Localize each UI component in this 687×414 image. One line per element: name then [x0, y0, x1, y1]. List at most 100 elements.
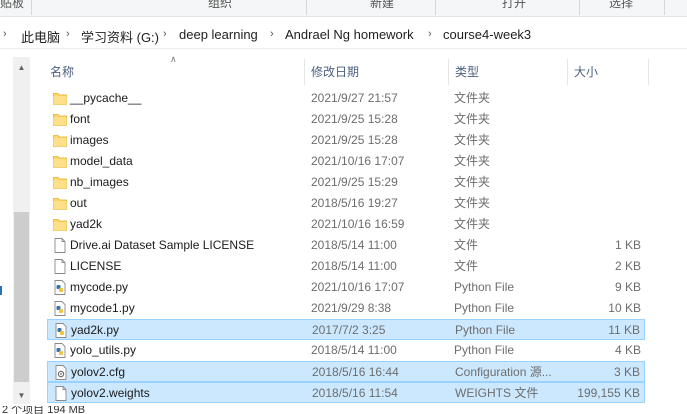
breadcrumb-homework[interactable]: Andrael Ng homework: [285, 27, 414, 42]
scroll-down-icon[interactable]: ▼: [13, 387, 30, 404]
file-icon: [54, 386, 68, 401]
file-name: images: [70, 133, 109, 147]
ribbon-strip: 贴板 组织 新建 打开 选择: [0, 0, 687, 17]
ribbon-divider: [435, 0, 436, 15]
file-modified-date: 2021/9/25 15:28: [311, 133, 398, 147]
file-row[interactable]: LICENSE 2018/5/14 11:00 文件 2 KB: [47, 256, 645, 277]
file-modified-date: 2018/5/14 11:00: [311, 259, 397, 273]
file-name: out: [70, 196, 87, 210]
file-modified-date: 2018/5/14 11:00: [311, 343, 397, 357]
file-type: 文件夹: [454, 196, 491, 210]
file-icon: [53, 259, 67, 274]
breadcrumb-drive-g[interactable]: 学习资料 (G:): [81, 27, 159, 46]
ribbon-divider: [31, 0, 32, 15]
column-header-type[interactable]: 类型: [449, 59, 567, 85]
file-type: 文件: [454, 238, 479, 252]
chevron-right-icon[interactable]: ›: [428, 28, 432, 40]
column-header-name[interactable]: 名称: [44, 59, 304, 85]
file-row[interactable]: images 2021/9/25 15:28 文件夹: [47, 130, 645, 151]
vertical-scrollbar[interactable]: ▲ ▼: [13, 57, 30, 404]
navigation-pane-edge[interactable]: [0, 53, 13, 406]
folder-icon: [53, 154, 67, 169]
file-type: WEIGHTS 文件: [455, 386, 539, 400]
file-name: Drive.ai Dataset Sample LICENSE: [70, 238, 255, 252]
file-row[interactable]: yad2k 2021/10/16 16:59 文件夹: [47, 214, 645, 235]
file-modified-date: 2021/10/16 16:59: [311, 217, 405, 231]
file-row[interactable]: mycode1.py 2021/9/29 8:38 Python File 10 KB: [47, 298, 645, 319]
file-type: 文件夹: [454, 217, 491, 231]
file-size: 3 KB: [613, 365, 640, 379]
ribbon-group-select: 选择: [609, 0, 634, 10]
file-name: nb_images: [70, 175, 129, 189]
file-modified-date: 2021/10/16 17:07: [311, 154, 405, 168]
file-type: 文件夹: [454, 133, 491, 147]
address-bar[interactable]: › 此电脑 › 学习资料 (G:) › deep learning › Andr…: [0, 21, 687, 49]
file-modified-date: 2021/9/25 15:28: [311, 112, 398, 126]
file-type: 文件夹: [454, 175, 491, 189]
breadcrumb-course4-week3[interactable]: course4-week3: [443, 27, 531, 42]
breadcrumb-deep-learning[interactable]: deep learning: [179, 27, 258, 42]
file-name: LICENSE: [70, 259, 122, 273]
file-modified-date: 2021/9/29 8:38: [311, 301, 392, 315]
breadcrumb-this-pc[interactable]: 此电脑: [21, 27, 60, 46]
file-name: yolo_utils.py: [70, 343, 137, 357]
file-type: Python File: [455, 323, 516, 337]
ribbon-divider: [664, 0, 665, 15]
file-name: mycode.py: [70, 280, 129, 294]
column-divider[interactable]: [648, 59, 649, 85]
file-type: Python File: [454, 301, 515, 315]
file-size: 11 KB: [608, 323, 640, 337]
file-modified-date: 2017/7/2 3:25: [312, 323, 386, 337]
file-row[interactable]: yad2k.py 2017/7/2 3:25 Python File 11 KB: [47, 319, 645, 340]
file-row[interactable]: nb_images 2021/9/25 15:29 文件夹: [47, 172, 645, 193]
scrollbar-thumb[interactable]: [14, 212, 29, 382]
file-row[interactable]: mycode.py 2021/10/16 17:07 Python File 9 KB: [47, 277, 645, 298]
ribbon-divider: [579, 0, 580, 15]
chevron-right-icon[interactable]: ›: [163, 28, 167, 40]
nav-expander-icon[interactable]: [0, 286, 3, 295]
file-row[interactable]: yolov2.cfg 2018/5/16 16:44 Configuration 源…: [47, 361, 645, 382]
file-name: yad2k.py: [71, 323, 120, 337]
file-type: Python File: [454, 343, 515, 357]
chevron-right-icon[interactable]: ›: [66, 28, 70, 40]
file-row[interactable]: out 2018/5/16 19:27 文件夹: [47, 193, 645, 214]
file-name: yad2k: [70, 217, 103, 231]
ribbon-divider: [306, 0, 307, 15]
ribbon-group-clipboard: 贴板: [0, 0, 25, 10]
folder-icon: [53, 217, 67, 232]
folder-icon: [53, 91, 67, 106]
file-modified-date: 2021/9/25 15:29: [311, 175, 398, 189]
ribbon-group-organize: 组织: [208, 0, 233, 10]
file-row[interactable]: yolo_utils.py 2018/5/14 11:00 Python File 4…: [47, 340, 645, 361]
file-size: 4 KB: [614, 343, 641, 357]
file-size: 9 KB: [614, 280, 641, 294]
file-size: 2 KB: [614, 259, 641, 273]
status-text: 2 个项目 194 MB: [2, 406, 86, 414]
file-type: Python File: [454, 280, 515, 294]
ribbon-group-new: 新建: [370, 0, 395, 10]
file-row[interactable]: Drive.ai Dataset Sample LICENSE 2018/5/14…: [47, 235, 645, 256]
file-row[interactable]: font 2021/9/25 15:28 文件夹: [47, 109, 645, 130]
file-modified-date: 2018/5/16 19:27: [311, 196, 398, 210]
file-type: 文件: [454, 259, 479, 273]
scroll-up-icon[interactable]: ▲: [13, 59, 30, 76]
file-modified-date: 2018/5/14 11:00: [311, 238, 397, 252]
file-row[interactable]: model_data 2021/10/16 17:07 文件夹: [47, 151, 645, 172]
python-file-icon: [54, 323, 68, 338]
file-type: Configuration 源...: [455, 365, 552, 379]
config-file-icon: [54, 365, 68, 380]
file-name: yolov2.weights: [71, 386, 150, 400]
file-name: font: [70, 112, 91, 126]
file-name: __pycache__: [70, 91, 142, 105]
column-header-date[interactable]: 修改日期: [305, 59, 448, 85]
file-row[interactable]: __pycache__ 2021/9/27 21:57 文件夹: [47, 88, 645, 109]
file-modified-date: 2021/10/16 17:07: [311, 280, 405, 294]
file-row[interactable]: yolov2.weights 2018/5/16 11:54 WEIGHTS 文件 1…: [47, 382, 645, 403]
column-header-size[interactable]: 大小: [568, 59, 648, 85]
file-size: 10 KB: [608, 301, 641, 315]
chevron-right-icon[interactable]: ›: [270, 28, 274, 40]
chevron-right-icon[interactable]: ›: [3, 28, 7, 40]
file-name: mycode1.py: [70, 301, 135, 315]
file-type: 文件夹: [454, 112, 491, 126]
file-modified-date: 2021/9/27 21:57: [311, 91, 398, 105]
